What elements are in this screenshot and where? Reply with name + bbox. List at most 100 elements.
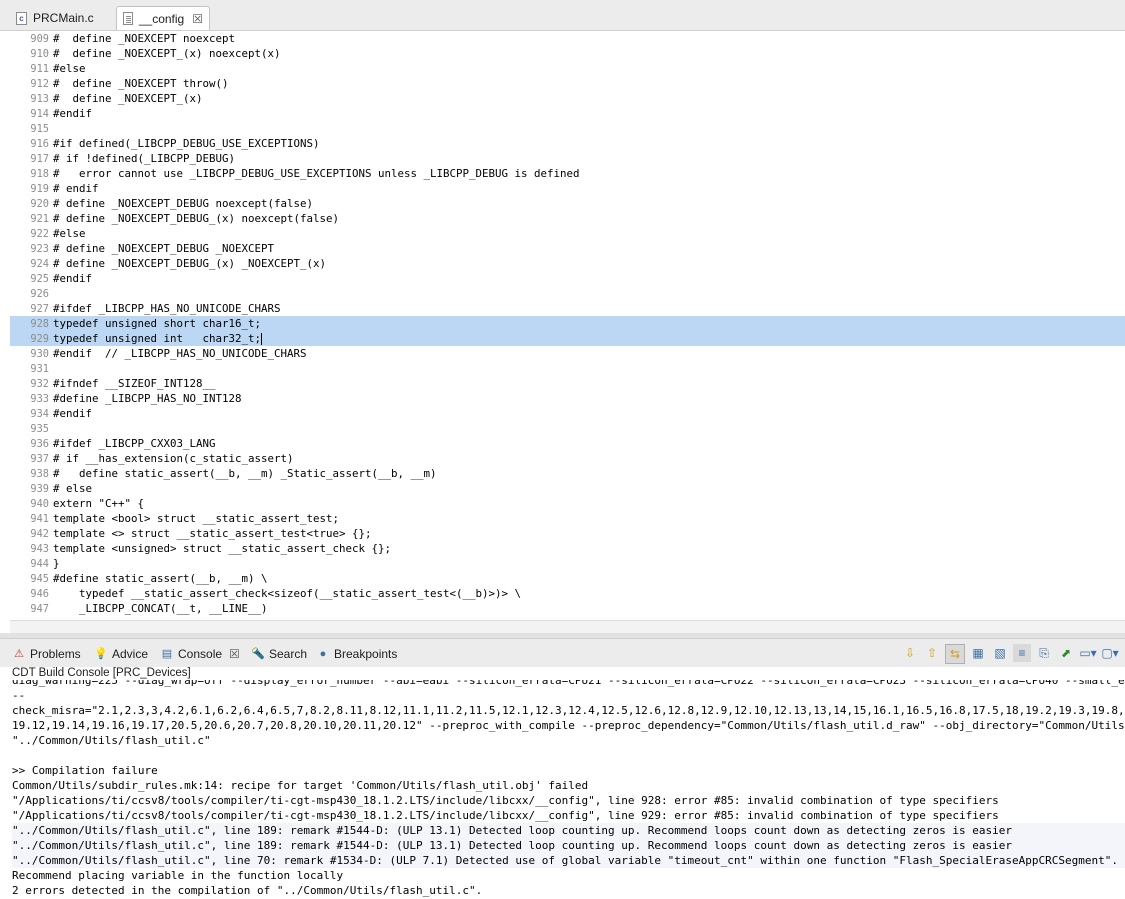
code-text-content: #ifndef __SIZEOF_INT128__ xyxy=(53,377,216,390)
build-console-output[interactable]: diag_warning=225 --diag_wrap=off --displ… xyxy=(12,680,1125,899)
scroll-up-icon[interactable]: ⇧ xyxy=(923,644,941,662)
tab-label: Advice xyxy=(112,647,149,661)
code-line[interactable]: 915 xyxy=(10,121,1125,136)
code-text-content: # if __has_extension(c_static_assert) xyxy=(53,452,294,465)
tab-config[interactable]: __config ☒ xyxy=(116,6,210,30)
code-line[interactable]: 932 #ifndef __SIZEOF_INT128__ xyxy=(10,376,1125,391)
code-line[interactable]: 924 # define _NOEXCEPT_DEBUG_(x) _NOEXCEP… xyxy=(10,256,1125,271)
tab-advice[interactable]: 💡 Advice xyxy=(94,645,148,663)
code-line[interactable]: 921 # define _NOEXCEPT_DEBUG_(x) noexcept… xyxy=(10,211,1125,226)
line-number: 913 xyxy=(30,93,49,105)
line-number: 910 xyxy=(30,48,49,60)
problems-icon: ⚠ xyxy=(14,648,24,660)
code-line[interactable]: 940 extern "C++" { xyxy=(10,496,1125,511)
tab-label: Breakpoints xyxy=(334,647,398,661)
code-line[interactable]: 939 # else xyxy=(10,481,1125,496)
code-text: #ifdef _LIBCPP_HAS_NO_UNICODE_CHARS xyxy=(53,301,281,316)
code-line[interactable]: 920 # define _NOEXCEPT_DEBUG noexcept(fal… xyxy=(10,196,1125,211)
link-icon[interactable]: ⇆ xyxy=(945,644,965,664)
code-line[interactable]: 926 xyxy=(10,286,1125,301)
tab-prcmain-c[interactable]: c PRCMain.c xyxy=(10,6,114,30)
code-line[interactable]: 913 # define _NOEXCEPT_(x) xyxy=(10,91,1125,106)
code-line[interactable]: 936 #ifdef _LIBCPP_CXX03_LANG xyxy=(10,436,1125,451)
code-line[interactable]: 930 #endif // _LIBCPP_HAS_NO_UNICODE_CHAR… xyxy=(10,346,1125,361)
code-text-content: typedef unsigned short char16_t; xyxy=(53,317,262,330)
code-text-content: # define _NOEXCEPT_DEBUG noexcept(false) xyxy=(53,197,314,210)
clear-console-icon[interactable]: ▦ xyxy=(969,644,987,662)
line-number: 945 xyxy=(30,573,49,585)
breakpoints-icon: ● xyxy=(319,648,327,660)
tab-problems[interactable]: ⚠ Problems xyxy=(12,645,81,663)
code-line[interactable]: 931 xyxy=(10,361,1125,376)
code-line[interactable]: 945 #define static_assert(__b, __m) \ xyxy=(10,571,1125,586)
code-text-content: #endif xyxy=(53,407,93,420)
open-console-icon[interactable]: ⬈ xyxy=(1057,644,1075,662)
code-text: typedef __static_assert_check<sizeof(__s… xyxy=(53,586,521,601)
code-line[interactable]: 947 _LIBCPP_CONCAT(__t, __LINE__) xyxy=(10,601,1125,616)
line-number: 925 xyxy=(30,273,49,285)
code-text: # if __has_extension(c_static_assert) xyxy=(53,451,294,466)
code-line[interactable]: 929 typedef unsigned int char32_t; xyxy=(10,331,1125,346)
code-line[interactable]: 916 #if defined(_LIBCPP_DEBUG_USE_EXCEPTI… xyxy=(10,136,1125,151)
line-number: 935 xyxy=(30,423,49,435)
code-text-content: # define _NOEXCEPT_DEBUG_(x) _NOEXCEPT_(… xyxy=(53,257,327,270)
tab-search[interactable]: 🔦 Search xyxy=(251,645,307,663)
code-text-content: template <bool> struct __static_assert_t… xyxy=(53,512,340,525)
code-line[interactable]: 923 # define _NOEXCEPT_DEBUG _NOEXCEPT xyxy=(10,241,1125,256)
code-line[interactable]: 944} xyxy=(10,556,1125,571)
code-editor[interactable]: 909 # define _NOEXCEPT noexcept 910 # defin… xyxy=(10,31,1125,620)
code-line[interactable]: 933 #define _LIBCPP_HAS_NO_INT128 xyxy=(10,391,1125,406)
code-line[interactable]: 914 #endif xyxy=(10,106,1125,121)
code-line[interactable]: 935 xyxy=(10,421,1125,436)
code-line[interactable]: 946 typedef __static_assert_check<sizeof… xyxy=(10,586,1125,601)
code-text: template <> struct __static_assert_test<… xyxy=(53,526,372,541)
pin-console-icon[interactable]: ▧ xyxy=(991,644,1009,662)
code-line[interactable]: 922 #else xyxy=(10,226,1125,241)
code-line[interactable]: 937 # if __has_extension(c_static_assert) xyxy=(10,451,1125,466)
code-text-content: template <unsigned> struct __static_asse… xyxy=(53,542,392,555)
close-console-icon[interactable]: ☒ xyxy=(229,647,240,661)
code-text-content: # define _NOEXCEPT_DEBUG_(x) noexcept(fa… xyxy=(53,212,340,225)
word-wrap-icon[interactable]: ⎘ xyxy=(1035,644,1053,662)
code-line[interactable]: 925 #endif xyxy=(10,271,1125,286)
display-console-icon[interactable]: ▭▾ xyxy=(1079,644,1097,662)
code-line[interactable]: 910 # define _NOEXCEPT_(x) noexcept(x) xyxy=(10,46,1125,61)
tab-console[interactable]: ▤ Console ☒ xyxy=(160,645,240,663)
code-text: # define static_assert(__b, __m) _Static… xyxy=(53,466,437,481)
line-number: 914 xyxy=(30,108,49,120)
line-number: 932 xyxy=(30,378,49,390)
code-line[interactable]: 941 template <bool> struct __static_asser… xyxy=(10,511,1125,526)
code-line[interactable]: 938 # define static_assert(__b, __m) _Sta… xyxy=(10,466,1125,481)
tab-breakpoints[interactable]: ● Breakpoints xyxy=(316,645,398,663)
code-line[interactable]: 919 # endif xyxy=(10,181,1125,196)
code-text: # define _NOEXCEPT noexcept xyxy=(53,31,235,46)
close-tab-icon[interactable]: ☒ xyxy=(192,12,203,26)
code-line[interactable]: 927 #ifdef _LIBCPP_HAS_NO_UNICODE_CHARS xyxy=(10,301,1125,316)
view-menu-icon[interactable]: ▢▾ xyxy=(1101,644,1119,662)
line-number: 942 xyxy=(30,528,49,540)
code-line[interactable]: 942 template <> struct __static_assert_te… xyxy=(10,526,1125,541)
editor-horizontal-scrollbar[interactable] xyxy=(10,620,1125,633)
code-text-content: # if !defined(_LIBCPP_DEBUG) xyxy=(53,152,236,165)
line-number: 943 xyxy=(30,543,49,555)
code-text: #else xyxy=(53,61,86,76)
code-line[interactable]: 912 # define _NOEXCEPT throw() xyxy=(10,76,1125,91)
code-line[interactable]: 911 #else xyxy=(10,61,1125,76)
code-text-content: # define _NOEXCEPT_(x) xyxy=(53,92,203,105)
console-line: "../Common/Utils/flash_util.c", line 70:… xyxy=(12,853,1125,868)
code-line[interactable]: 909 # define _NOEXCEPT noexcept xyxy=(10,31,1125,46)
scroll-down-icon[interactable]: ⇩ xyxy=(901,644,919,662)
console-line: Common/Utils/subdir_rules.mk:14: recipe … xyxy=(12,779,589,792)
code-line[interactable]: 943 template <unsigned> struct __static_a… xyxy=(10,541,1125,556)
code-text-content: #define _LIBCPP_HAS_NO_INT128 xyxy=(53,392,242,405)
code-text: template <unsigned> struct __static_asse… xyxy=(53,541,391,556)
code-line[interactable]: 917 # if !defined(_LIBCPP_DEBUG) xyxy=(10,151,1125,166)
code-text: #if defined(_LIBCPP_DEBUG_USE_EXCEPTIONS… xyxy=(53,136,320,151)
code-line[interactable]: 934 #endif xyxy=(10,406,1125,421)
code-text-content: #endif xyxy=(53,107,93,120)
code-line[interactable]: 918 # error cannot use _LIBCPP_DEBUG_USE_… xyxy=(10,166,1125,181)
code-line[interactable]: 928 typedef unsigned short char16_t; xyxy=(10,316,1125,331)
scroll-lock-icon[interactable]: ≡ xyxy=(1013,644,1031,662)
code-text-content: } xyxy=(53,557,60,570)
code-text-content: # define static_assert(__b, __m) _Static… xyxy=(53,467,437,480)
